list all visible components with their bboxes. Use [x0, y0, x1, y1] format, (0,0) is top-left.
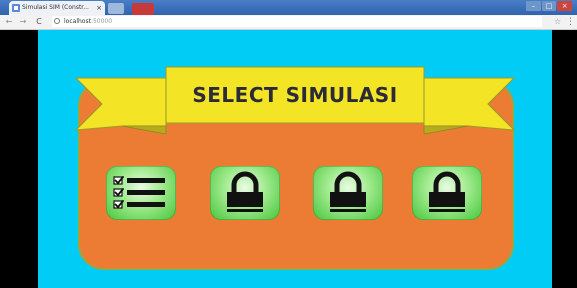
close-window-button[interactable]: × — [557, 1, 573, 11]
page-favicon-icon — [12, 4, 20, 12]
url-port: :50000 — [90, 18, 113, 25]
taskbar-app-indicator — [132, 3, 154, 15]
new-tab-button[interactable] — [108, 3, 124, 14]
minimize-button[interactable]: – — [526, 1, 541, 11]
url-host: localhost — [64, 18, 91, 25]
back-button[interactable]: ← — [4, 16, 14, 28]
tab-title: Simulasi SIM (Constr... — [22, 4, 89, 11]
bookmark-star-icon[interactable]: ☆ — [554, 16, 561, 28]
browser-tab[interactable]: Simulasi SIM (Constr... × — [9, 1, 105, 15]
browser-toolbar: ← → C localhost:50000 ☆ ⋮ — [0, 15, 577, 30]
lock-icon — [330, 171, 366, 212]
lock-icon — [227, 171, 263, 212]
browser-menu-icon[interactable]: ⋮ — [566, 16, 575, 28]
ribbon-right-fold — [423, 125, 469, 135]
ribbon-left-fold — [121, 125, 167, 135]
address-bar[interactable]: localhost:50000 — [52, 16, 542, 27]
level-1-button[interactable] — [106, 166, 176, 220]
forward-button[interactable]: → — [18, 16, 28, 28]
reload-button[interactable]: C — [34, 16, 44, 28]
ribbon-right-tail — [423, 77, 516, 131]
game-canvas: SELECT SIMULASI — [38, 30, 552, 288]
url-text: localhost:50000 — [64, 16, 112, 27]
level-2-button[interactable] — [210, 166, 280, 220]
lock-icon — [429, 171, 465, 212]
tab-close-button[interactable]: × — [96, 1, 102, 15]
browser-titlebar: Simulasi SIM (Constr... × – □ × — [0, 0, 577, 15]
level-3-button[interactable] — [313, 166, 383, 220]
maximize-button[interactable]: □ — [541, 1, 557, 11]
level-4-button[interactable] — [412, 166, 482, 220]
banner-title: SELECT SIMULASI — [192, 83, 398, 107]
info-icon[interactable] — [54, 18, 60, 24]
window-controls: – □ × — [526, 1, 573, 11]
checklist-icon — [113, 176, 165, 209]
ribbon-left-tail — [74, 77, 167, 131]
